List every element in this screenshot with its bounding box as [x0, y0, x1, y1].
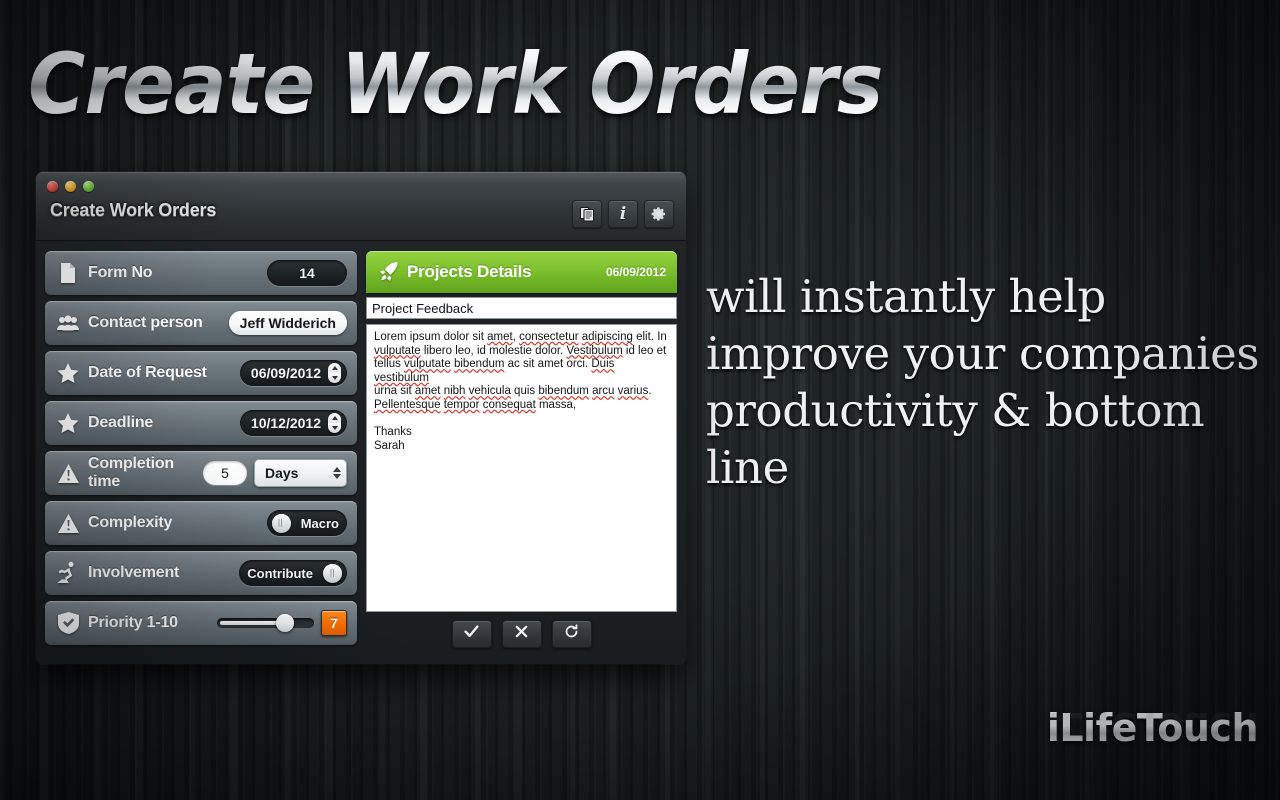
signoff-line: Sarah — [374, 439, 405, 452]
gear-icon — [651, 206, 667, 222]
documents-icon — [579, 206, 595, 222]
window-reflection: Involvement Contribute — [36, 666, 686, 784]
page-headline: Create Work Orders — [28, 35, 883, 133]
project-details-header: Projects Details 06/09/2012 — [366, 251, 677, 293]
form-row-priority[interactable]: Priority 1-10 7 — [45, 601, 357, 645]
body-line: urna sit amet nibh vehicula quis bibendu… — [374, 385, 652, 398]
settings-button[interactable] — [644, 200, 674, 228]
promo-text: will instantly help improve your compani… — [706, 270, 1260, 494]
involvement-value: Contribute — [247, 565, 313, 581]
traffic-lights — [47, 181, 94, 192]
window-body: Form No 14 Contact person Jeff Widderich… — [36, 241, 686, 664]
body-line: Lorem ipsum dolor sit amet, consectetur … — [374, 331, 667, 343]
body-line: tellus vulputate bibendum ac sit amet or… — [374, 358, 615, 384]
confirm-button[interactable] — [451, 620, 492, 648]
worker-icon — [56, 561, 80, 585]
signoff-line: Thanks — [374, 426, 412, 439]
form-row-deadline[interactable]: Deadline 10/12/2012 — [45, 401, 357, 445]
feedback-textarea[interactable]: Lorem ipsum dolor sit amet, consectetur … — [366, 324, 677, 612]
involvement-toggle[interactable]: Contribute — [239, 560, 347, 586]
form-row-completion-time[interactable]: Completion time 5 Days — [45, 451, 357, 495]
priority-slider[interactable] — [217, 614, 314, 632]
check-icon — [464, 625, 479, 643]
completion-time-unit-select[interactable]: Days — [254, 459, 347, 487]
project-details-date: 06/09/2012 — [605, 265, 666, 279]
form-row-label: Deadline — [88, 414, 154, 431]
deadline-stepper[interactable]: 10/12/2012 — [239, 410, 347, 436]
body-line: Pellentesque tempor consequat massa, — [374, 398, 577, 411]
unit-value: Days — [265, 465, 299, 481]
window-title: Create Work Orders — [50, 200, 217, 220]
complexity-toggle[interactable]: Macro — [266, 510, 347, 536]
brand-mark: iLifeTouch iLifeTouch — [1046, 704, 1259, 792]
priority-value-badge: 7 — [321, 610, 347, 636]
window-toolbar: i — [572, 200, 674, 228]
form-row-label: Priority 1-10 — [88, 614, 178, 631]
refresh-button[interactable] — [551, 620, 592, 648]
form-row-date-of-request[interactable]: Date of Request 06/09/2012 — [45, 351, 357, 395]
subject-input[interactable]: Project Feedback — [366, 297, 677, 319]
complexity-value: Macro — [300, 515, 339, 531]
stepper-arrows[interactable] — [328, 413, 341, 433]
cancel-button[interactable] — [501, 620, 542, 648]
info-button[interactable]: i — [608, 200, 638, 228]
brand-reflection: iLifeTouch — [1046, 704, 1258, 748]
date-of-request-value: 06/09/2012 — [250, 365, 321, 381]
info-icon: i — [619, 203, 627, 224]
form-row-label: Contact person — [88, 314, 203, 331]
chevron-updown-icon — [333, 467, 341, 479]
page-background: Create Work Orders will instantly help i… — [0, 0, 1280, 800]
refresh-icon — [564, 624, 579, 644]
form-row-contact-person[interactable]: Contact person Jeff Widderich — [45, 301, 357, 345]
form-row-label: Date of Request — [88, 364, 207, 381]
rocket-icon — [377, 261, 399, 283]
star-icon — [56, 361, 80, 385]
body-line: vulputate libero leo, id molestie dolor.… — [374, 344, 667, 357]
star-icon — [56, 411, 80, 435]
warning-icon — [56, 511, 80, 535]
form-row-label: Complexity — [88, 514, 173, 531]
deadline-value: 10/12/2012 — [250, 415, 321, 431]
minimize-window-button[interactable] — [65, 181, 76, 192]
form-row-label: Involvement — [88, 564, 180, 581]
form-row-form-no[interactable]: Form No 14 — [45, 251, 357, 295]
window-titlebar: Create Work Orders i — [36, 172, 686, 241]
form-row-label: Form No — [88, 264, 153, 281]
contact-person-input[interactable]: Jeff Widderich — [228, 311, 347, 335]
shield-check-icon — [56, 611, 80, 635]
close-icon — [515, 625, 528, 643]
details-actions — [366, 612, 677, 656]
close-window-button[interactable] — [47, 181, 58, 192]
project-details-title: Projects Details — [407, 262, 532, 281]
form-row-label: Completion time — [88, 455, 174, 490]
form-panel: Form No 14 Contact person Jeff Widderich… — [45, 251, 357, 656]
warning-icon — [56, 461, 80, 485]
zoom-window-button[interactable] — [83, 181, 94, 192]
date-of-request-stepper[interactable]: 06/09/2012 — [239, 360, 347, 386]
toggle-knob[interactable] — [271, 513, 291, 533]
form-row-involvement[interactable]: Involvement Contribute — [45, 551, 357, 595]
app-window: Create Work Orders i Form No 14 Contact … — [36, 172, 686, 664]
stepper-arrows[interactable] — [328, 363, 341, 383]
document-icon — [56, 261, 80, 285]
completion-time-input[interactable]: 5 — [203, 461, 247, 485]
toggle-knob[interactable] — [323, 563, 342, 583]
documents-button[interactable] — [572, 200, 602, 228]
people-icon — [56, 311, 80, 335]
project-details-panel: Projects Details 06/09/2012 Project Feed… — [366, 251, 677, 656]
form-row-complexity[interactable]: Complexity Macro — [45, 501, 357, 545]
form-no-value[interactable]: 14 — [267, 260, 347, 286]
